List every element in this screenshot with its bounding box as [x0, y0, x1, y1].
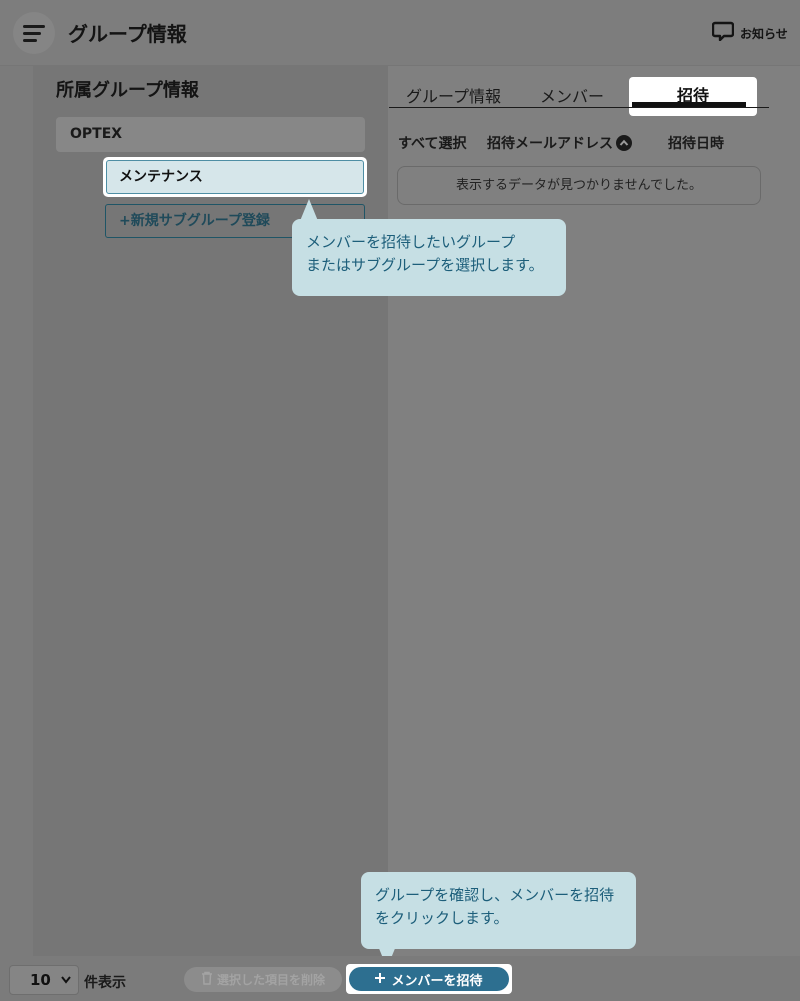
hamburger-menu-icon[interactable]: [13, 12, 55, 54]
tooltip-line: またはサブグループを選択します。: [306, 256, 544, 274]
tab-divider: [389, 107, 769, 108]
subgroup-item-maintenance[interactable]: メンテナンス: [103, 157, 367, 197]
chevron-down-icon: [60, 966, 72, 1001]
side-strip: [0, 66, 33, 956]
trash-icon: [201, 971, 213, 988]
email-column-header[interactable]: 招待メールアドレス: [487, 133, 632, 153]
invite-member-label: メンバーを招待: [391, 973, 483, 989]
per-page-value: 10: [30, 971, 51, 989]
tooltip-pointer: [300, 199, 318, 221]
select-all-column[interactable]: すべて選択: [398, 133, 466, 153]
per-page-label: 件表示: [84, 975, 126, 991]
sort-up-icon[interactable]: [616, 135, 632, 151]
empty-table-message: 表示するデータが見つかりませんでした。: [397, 166, 761, 205]
subgroup-item-label: メンテナンス: [106, 160, 364, 194]
delete-selected-button[interactable]: 選択した項目を削除: [184, 967, 342, 992]
tab-group-info[interactable]: グループ情報: [406, 83, 501, 107]
group-item-optex[interactable]: OPTEX: [56, 117, 365, 152]
notice-button[interactable]: お知らせ: [711, 21, 788, 45]
tooltip-line: をクリックします。: [375, 909, 509, 927]
invite-member-tooltip: グループを確認し、メンバーを招待 をクリックします。: [361, 872, 636, 949]
select-group-tooltip: メンバーを招待したいグループ またはサブグループを選択します。: [292, 219, 566, 296]
invite-button-highlight: メンバーを招待: [346, 964, 512, 994]
group-tree-heading: 所属グループ情報: [56, 80, 199, 101]
per-page-select[interactable]: 10: [9, 965, 79, 995]
invite-member-button[interactable]: メンバーを招待: [349, 967, 509, 991]
chat-bubble-icon: [711, 21, 735, 45]
notice-label: お知らせ: [740, 26, 788, 41]
tab-members[interactable]: メンバー: [540, 83, 604, 107]
invite-date-column[interactable]: 招待日時: [668, 133, 724, 153]
page-title: グループ情報: [68, 22, 187, 46]
plus-icon: [375, 972, 386, 987]
group-tree-pane: [33, 66, 388, 956]
tooltip-line: グループを確認し、メンバーを招待: [375, 886, 615, 904]
email-column-label: 招待メールアドレス: [487, 136, 613, 152]
tooltip-line: メンバーを招待したいグループ: [306, 233, 516, 251]
delete-selected-label: 選択した項目を削除: [216, 973, 325, 987]
